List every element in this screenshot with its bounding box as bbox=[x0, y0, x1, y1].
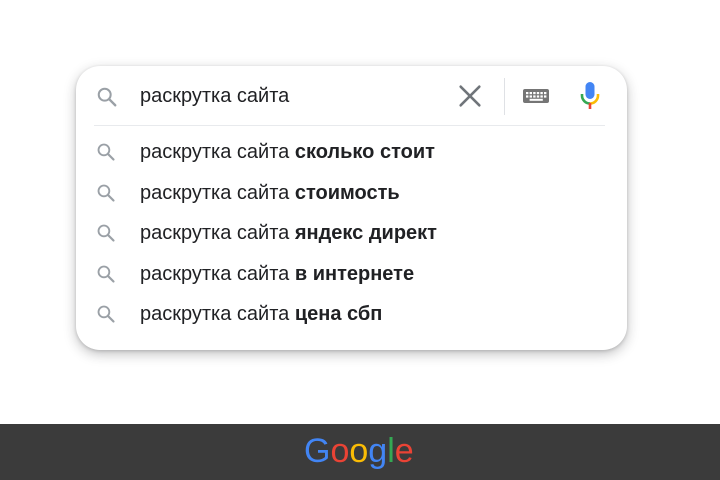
search-box: раскрутка сайта раскрутка сайта сколько … bbox=[76, 66, 627, 350]
close-icon[interactable] bbox=[456, 82, 484, 110]
suggestion-item[interactable]: раскрутка сайта стоимость bbox=[76, 173, 627, 214]
footer-bar: Google bbox=[0, 424, 720, 480]
microphone-icon[interactable] bbox=[578, 80, 602, 112]
suggestion-prefix: раскрутка сайта bbox=[140, 181, 295, 204]
google-logo: Google bbox=[304, 432, 414, 470]
suggestion-completion: сколько стоит bbox=[294, 141, 435, 163]
suggestion-prefix: раскрутка сайта bbox=[140, 141, 295, 163]
search-icon bbox=[97, 143, 115, 161]
search-icon bbox=[97, 224, 115, 242]
suggestion-list: раскрутка сайта сколько стоит раскрутка … bbox=[76, 132, 627, 335]
search-input[interactable]: раскрутка сайта bbox=[140, 83, 289, 109]
suggestion-prefix: раскрутка сайта bbox=[140, 262, 295, 285]
suggestion-prefix: раскрутка сайта bbox=[140, 222, 295, 244]
svg-text:Google: Google bbox=[304, 432, 414, 470]
suggestion-text: раскрутка сайта сколько стоит bbox=[140, 140, 435, 164]
search-icon bbox=[97, 305, 115, 323]
suggestion-item[interactable]: раскрутка сайта в интернете bbox=[76, 254, 627, 295]
suggestion-completion: в интернете bbox=[294, 262, 415, 285]
search-icon bbox=[97, 87, 117, 107]
suggestion-text: раскрутка сайта цена сбп bbox=[140, 302, 382, 326]
suggestion-text: раскрутка сайта яндекс директ bbox=[140, 221, 437, 245]
suggestion-completion: стоимость bbox=[294, 181, 400, 204]
suggestion-item[interactable]: раскрутка сайта сколько стоит bbox=[76, 132, 627, 173]
suggestion-item[interactable]: раскрутка сайта яндекс директ bbox=[76, 213, 627, 254]
search-icon bbox=[97, 184, 115, 202]
divider bbox=[504, 78, 505, 115]
divider bbox=[94, 125, 605, 126]
search-icon bbox=[97, 265, 115, 283]
suggestion-completion: яндекс директ bbox=[294, 222, 437, 244]
suggestion-text: раскрутка сайта стоимость bbox=[140, 181, 400, 205]
suggestion-completion: цена сбп bbox=[294, 303, 383, 325]
suggestion-text: раскрутка сайта в интернете bbox=[140, 262, 414, 286]
suggestion-item[interactable]: раскрутка сайта цена сбп bbox=[76, 294, 627, 335]
suggestion-prefix: раскрутка сайта bbox=[140, 303, 295, 325]
keyboard-icon[interactable] bbox=[522, 86, 550, 106]
search-input-row[interactable]: раскрутка сайта bbox=[76, 66, 627, 126]
